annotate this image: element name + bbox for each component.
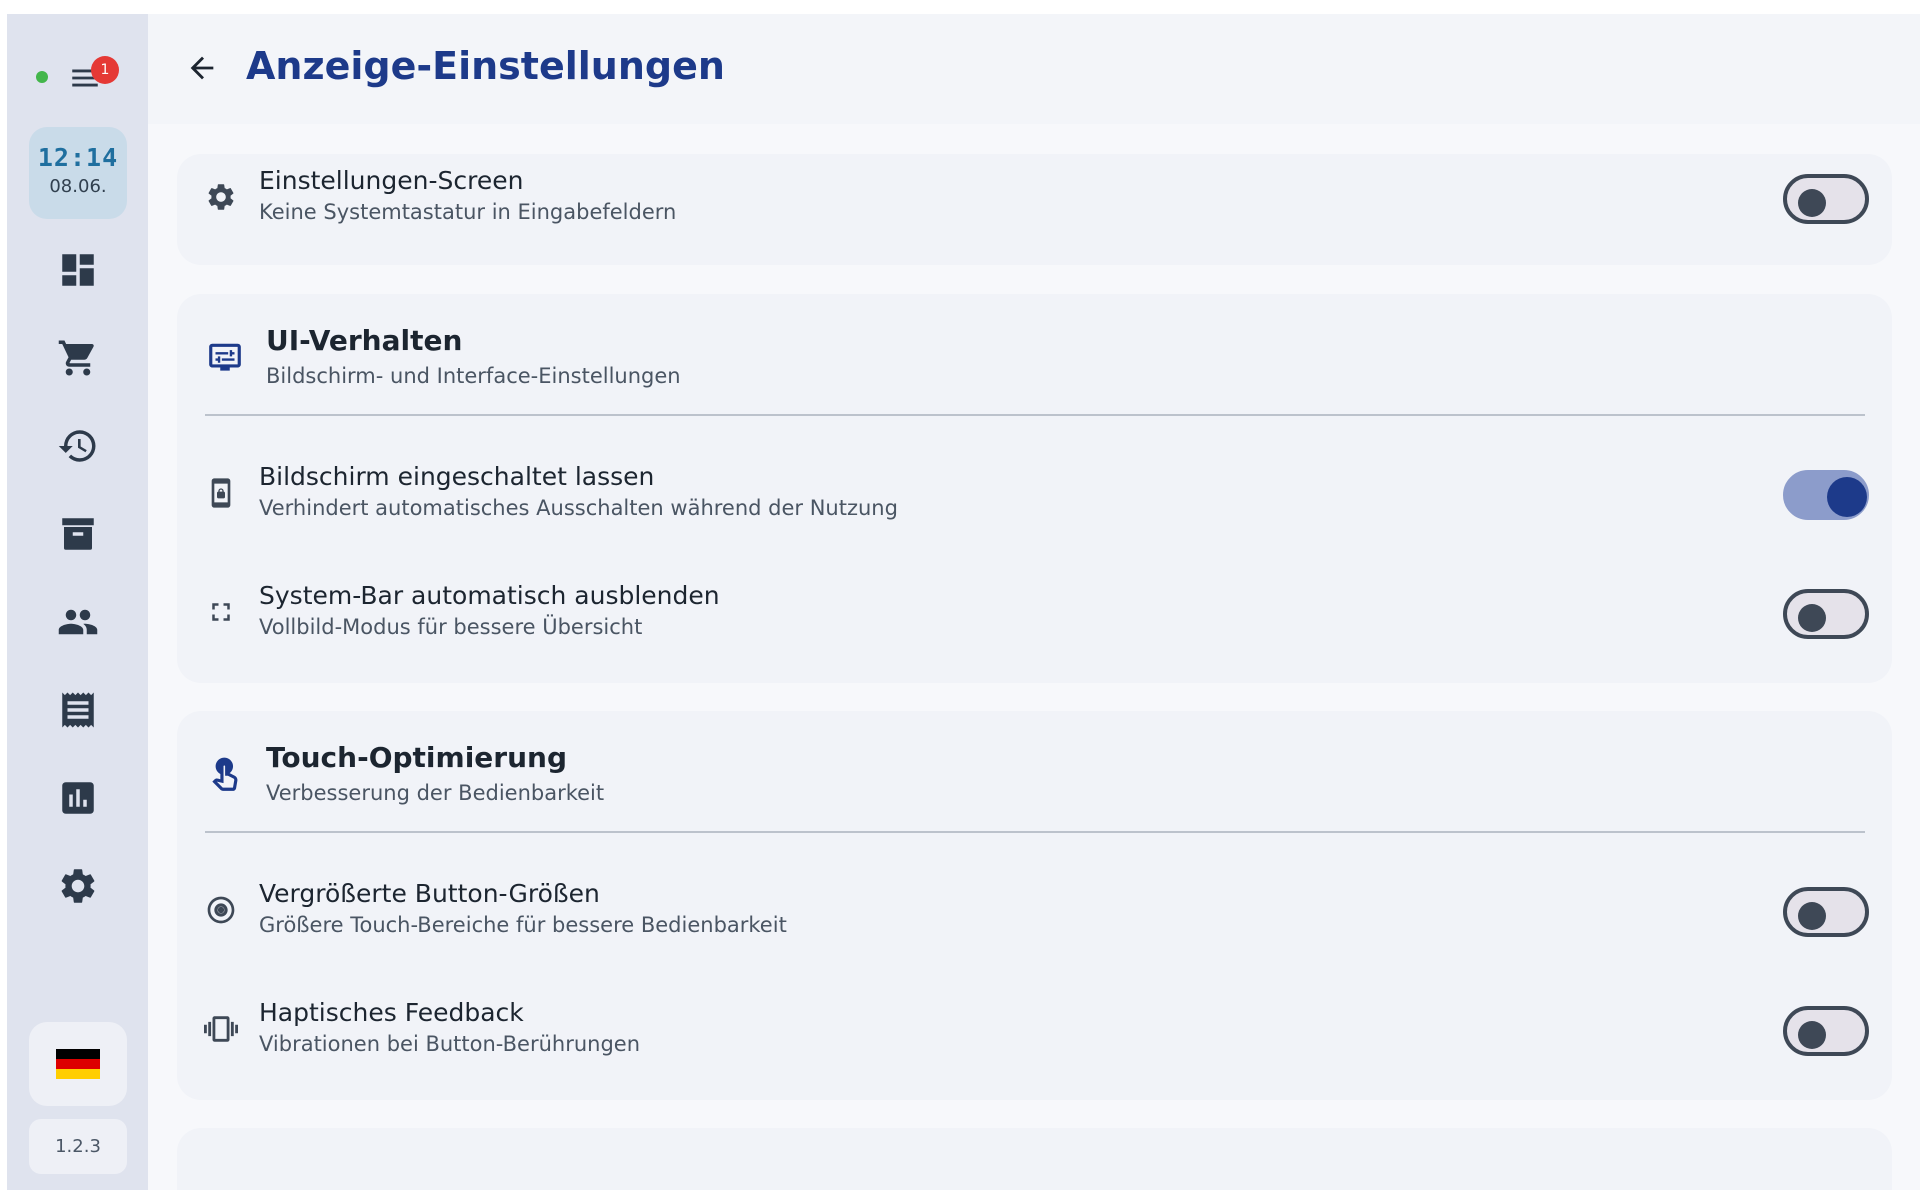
toggle-knob [1798, 1021, 1826, 1049]
keep-screen-on-toggle[interactable] [1783, 470, 1869, 520]
receipt-icon [62, 692, 94, 728]
app-version: 1.2.3 [29, 1119, 127, 1174]
nav-archive[interactable] [37, 502, 119, 566]
cart-icon [58, 340, 94, 376]
gear-icon [61, 869, 95, 903]
app-frame: 1 12:14 08.06. 1.2.3 Anzeige-Einstellung… [7, 14, 1920, 1190]
people-icon [58, 609, 98, 635]
section-title: Touch-Optimierung [266, 741, 568, 774]
toggle-knob [1798, 902, 1826, 930]
auto-hide-system-bar-toggle[interactable] [1783, 589, 1869, 639]
section-title: UI-Verhalten [266, 324, 463, 357]
display-settings-icon [205, 338, 245, 378]
clock-date: 08.06. [49, 176, 107, 197]
settings-screen-toggle[interactable] [1783, 174, 1869, 224]
settings-card-touch-optimization: Touch-Optimierung Verbesserung der Bedie… [177, 711, 1892, 1100]
section-divider [205, 414, 1865, 416]
section-header: Touch-Optimierung Verbesserung der Bedie… [177, 711, 1892, 831]
setting-subtitle: Vollbild-Modus für bessere Übersicht [259, 615, 643, 639]
phone-lock-icon [203, 475, 239, 511]
german-flag-icon [56, 1049, 100, 1079]
haptic-feedback-toggle[interactable] [1783, 1006, 1869, 1056]
nav-history[interactable] [37, 414, 119, 478]
toggle-knob [1798, 604, 1826, 632]
section-subtitle: Bildschirm- und Interface-Einstellungen [266, 364, 681, 388]
nav-cart[interactable] [37, 326, 119, 390]
larger-buttons-toggle[interactable] [1783, 887, 1869, 937]
setting-subtitle: Vibrationen bei Button-Berührungen [259, 1032, 641, 1056]
arrow-back-icon [190, 56, 214, 80]
page-header: Anzeige-Einstellungen [148, 14, 1920, 124]
nav-settings[interactable] [37, 854, 119, 918]
clock-widget: 12:14 08.06. [29, 127, 127, 219]
setting-row-haptic-feedback[interactable]: Haptisches Feedback Vibrationen bei Butt… [177, 986, 1892, 1076]
setting-title: Einstellungen-Screen [259, 166, 524, 195]
page-title: Anzeige-Einstellungen [246, 44, 725, 88]
nav-reports[interactable] [37, 766, 119, 830]
chart-icon [62, 782, 94, 814]
notification-badge: 1 [91, 56, 119, 84]
setting-title: Bildschirm eingeschaltet lassen [259, 462, 655, 491]
setting-row-auto-hide-system-bar[interactable]: System-Bar automatisch ausblenden Vollbi… [177, 569, 1892, 659]
settings-card-ui-behavior: UI-Verhalten Bildschirm- und Interface-E… [177, 294, 1892, 683]
toggle-knob [1798, 189, 1826, 217]
setting-title: System-Bar automatisch ausblenden [259, 581, 720, 610]
vibration-icon [203, 1011, 239, 1047]
section-divider [205, 831, 1865, 833]
navigation-rail: 1 12:14 08.06. 1.2.3 [7, 14, 148, 1190]
fullscreen-icon [203, 594, 239, 630]
back-button[interactable] [178, 44, 226, 92]
nav-receipts[interactable] [37, 678, 119, 742]
section-header: UI-Verhalten Bildschirm- und Interface-E… [177, 294, 1892, 414]
clock-time: 12:14 [37, 143, 119, 172]
setting-row-keep-screen-on[interactable]: Bildschirm eingeschaltet lassen Verhinde… [177, 450, 1892, 540]
settings-card-next [177, 1128, 1892, 1190]
setting-subtitle: Größere Touch-Bereiche für bessere Bedie… [259, 913, 787, 937]
radio-button-icon [203, 892, 239, 928]
setting-subtitle: Keine Systemtastatur in Eingabefeldern [259, 200, 677, 224]
setting-subtitle: Verhindert automatisches Ausschalten wäh… [259, 496, 898, 520]
history-icon [58, 430, 96, 462]
section-subtitle: Verbesserung der Bedienbarkeit [266, 781, 605, 805]
setting-title: Vergrößerte Button-Größen [259, 879, 600, 908]
toggle-knob [1827, 477, 1867, 517]
nav-customers[interactable] [37, 590, 119, 654]
setting-row-settings-screen[interactable]: Einstellungen-Screen Keine Systemtastatu… [177, 154, 1892, 244]
gear-icon [203, 179, 239, 215]
setting-title: Haptisches Feedback [259, 998, 524, 1027]
settings-card-general: Einstellungen-Screen Keine Systemtastatu… [177, 154, 1892, 265]
dashboard-icon [62, 254, 94, 286]
language-selector[interactable] [29, 1022, 127, 1106]
connection-status-dot [36, 71, 48, 83]
archive-icon [62, 518, 94, 550]
setting-row-larger-buttons[interactable]: Vergrößerte Button-Größen Größere Touch-… [177, 867, 1892, 957]
touch-app-icon [205, 755, 245, 795]
nav-dashboard[interactable] [37, 238, 119, 302]
